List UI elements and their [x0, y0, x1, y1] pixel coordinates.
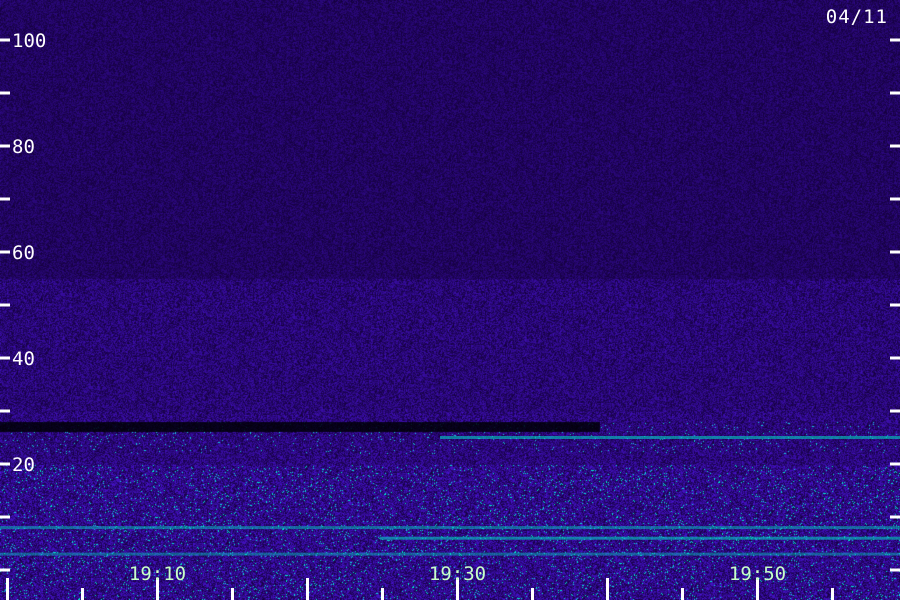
spectrogram-noise — [0, 0, 900, 600]
y-tick-label: 20 — [12, 454, 35, 476]
y-tick-label: 40 — [12, 348, 35, 370]
x-tick-label: 19:50 — [729, 563, 786, 585]
x-tick-label: 19:30 — [429, 563, 486, 585]
x-tick-label: 19:10 — [129, 563, 186, 585]
date-label: 04/11 — [825, 6, 888, 28]
emission-band — [440, 436, 900, 439]
emission-band — [380, 536, 900, 540]
emission-band — [0, 526, 900, 530]
emission-band — [0, 552, 900, 556]
spectrogram-chart: 20 40 60 80 100 19:10 19:30 19:50 — [0, 0, 900, 600]
y-tick-label: 100 — [12, 30, 46, 52]
noise-texture — [0, 0, 900, 600]
y-tick-label: 60 — [12, 242, 35, 264]
y-tick-label: 80 — [12, 136, 35, 158]
